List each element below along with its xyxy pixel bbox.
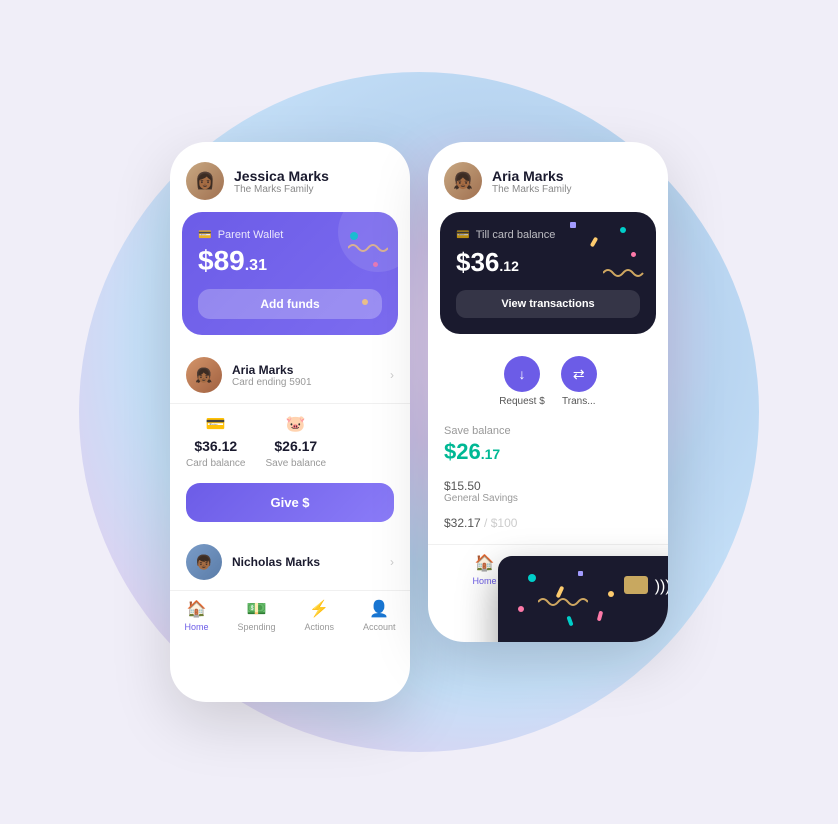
till-balance-cents: .12 [499,258,518,274]
left-phone-header: 👩🏾 Jessica Marks The Marks Family [170,142,410,212]
nav-actions[interactable]: ⚡ Actions [304,599,334,632]
save-amount-cents: .17 [481,446,500,462]
nav-home-label: Home [184,622,208,632]
left-bottom-nav: 🏠 Home 💵 Spending ⚡ Actions 👤 Account [170,590,410,644]
card-balance-item: 💳 $36.12 Card balance [186,414,245,469]
till-card-label-text: Till card balance [476,229,556,241]
jessica-avatar: 👩🏾 [186,162,224,200]
cc-4 [570,222,576,228]
aria-right-avatar-img: 👧🏾 [444,162,482,200]
transfer-icon: ⇄ [561,356,597,392]
aria-chevron-icon: › [390,368,394,382]
jessica-name: Jessica Marks [234,168,329,184]
card-balance-label: Card balance [186,458,245,469]
nicholas-row[interactable]: 👦🏾 Nicholas Marks › [170,534,410,590]
deco-wave [348,242,388,254]
till-card: 💳 Till card balance $36.12 View transact… [440,212,656,334]
progress-limit: / $100 [484,516,517,530]
till-balance-whole: $36 [456,247,499,277]
progress-amount: $32.17 / $100 [444,516,652,530]
aria-child-info: Aria Marks Card ending 5901 [232,363,312,388]
aria-card-ending: Card ending 5901 [232,377,312,388]
transfer-action[interactable]: ⇄ Trans... [561,356,597,407]
right-phone: 👧🏾 Aria Marks The Marks Family 💳 [428,142,668,642]
spending-icon: 💵 [247,599,267,619]
cc-3 [631,252,636,257]
save-section-label: Save balance [444,425,652,437]
aria-right-family: The Marks Family [492,184,571,195]
add-funds-button[interactable]: Add funds [198,289,382,319]
save-amount-whole: $26 [444,439,481,464]
save-balance-icon: 🐷 [286,414,306,434]
card-balance-amount: $36.12 [194,438,237,454]
card-chip [624,576,648,594]
nav-actions-label: Actions [304,622,334,632]
account-icon: 👤 [369,599,389,619]
actions-row: ↓ Request $ ⇄ Trans... [428,346,668,417]
debit-card-inner: )))) till DEBIT VISA [498,556,668,642]
request-icon: ↓ [504,356,540,392]
wallet-balance-cents: .31 [245,257,267,274]
aria-right-avatar: 👧🏾 [444,162,482,200]
right-nav-home-label: Home [472,576,496,586]
till-card-label: 💳 Till card balance [456,228,640,241]
save-balance-item: 🐷 $26.17 Save balance [265,414,326,469]
right-nav-home[interactable]: 🏠 Home [472,553,496,586]
debit-card: )))) till DEBIT VISA [498,556,668,642]
home-icon: 🏠 [187,599,207,619]
jessica-avatar-img: 👩🏾 [186,162,224,200]
wallet-balance-whole: $89 [198,245,245,276]
card-balance-icon: 💳 [206,414,226,434]
aria-balance-row: 💳 $36.12 Card balance 🐷 $26.17 Save bala… [170,404,410,479]
nav-account-label: Account [363,622,396,632]
nicholas-child-info: Nicholas Marks [232,555,320,569]
transfer-label: Trans... [562,396,596,407]
request-action[interactable]: ↓ Request $ [499,356,545,407]
phones-container: 👩🏾 Jessica Marks The Marks Family 💳 [170,142,668,702]
nicholas-name: Nicholas Marks [232,555,320,569]
progress-amount-text: $32.17 [444,516,481,530]
deco-dot-1 [350,232,358,240]
general-savings-name: General Savings [444,493,652,504]
card-wifi-icon: )))) [655,578,668,596]
aria-child-name: Aria Marks [232,363,312,377]
aria-child-row[interactable]: 👧🏾 Aria Marks Card ending 5901 › [170,347,410,404]
left-phone: 👩🏾 Jessica Marks The Marks Family 💳 [170,142,410,702]
nav-home[interactable]: 🏠 Home [184,599,208,632]
wallet-icon: 💳 [198,228,212,241]
right-home-icon: 🏠 [475,553,495,573]
save-balance-amount: $26.17 [274,438,317,454]
nicholas-chevron-icon: › [390,555,394,569]
general-savings-amount: $15.50 [444,479,652,493]
wallet-card: 💳 Parent Wallet $89.31 Add funds [182,212,398,335]
aria-right-user-info: Aria Marks The Marks Family [492,168,571,195]
scene: 👩🏾 Jessica Marks The Marks Family 💳 [0,0,838,824]
nav-account[interactable]: 👤 Account [363,599,396,632]
nav-spending-label: Spending [237,622,275,632]
progress-savings-item: $32.17 / $100 [428,510,668,536]
request-label: Request $ [499,396,545,407]
right-phone-header: 👧🏾 Aria Marks The Marks Family [428,142,668,212]
actions-icon: ⚡ [309,599,329,619]
cc-1 [620,227,626,233]
save-section: Save balance $26.17 [428,417,668,473]
wallet-label-text: Parent Wallet [218,229,284,241]
view-transactions-button[interactable]: View transactions [456,290,640,318]
aria-avatar: 👧🏾 [186,357,222,393]
nicholas-avatar: 👦🏾 [186,544,222,580]
general-savings-item: $15.50 General Savings [428,473,668,510]
jessica-family: The Marks Family [234,184,329,195]
nav-spending[interactable]: 💵 Spending [237,599,275,632]
give-button[interactable]: Give $ [186,483,394,522]
jessica-user-info: Jessica Marks The Marks Family [234,168,329,195]
deco-dot-3 [362,299,368,305]
till-card-icon: 💳 [456,228,470,241]
aria-right-name: Aria Marks [492,168,571,184]
save-balance-label: Save balance [265,458,326,469]
save-section-amount: $26.17 [444,439,652,465]
deco-wave-dark [603,267,648,279]
deco-dot-2 [373,262,378,267]
